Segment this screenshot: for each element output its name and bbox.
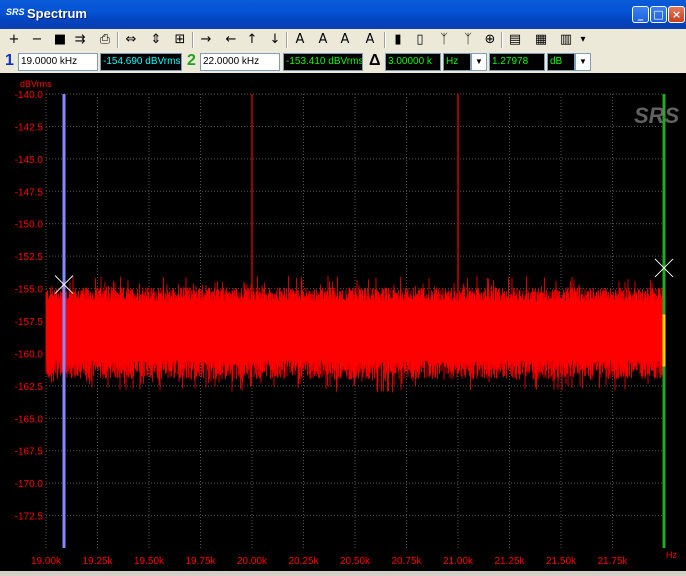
toolbar-separator <box>286 32 288 48</box>
cursor-peak2-icon[interactable]: A <box>360 30 380 50</box>
x-tick-label: 20.00k <box>237 556 268 567</box>
y-tick-label: -145.0 <box>15 155 44 166</box>
y-tick-label: -157.5 <box>15 317 44 328</box>
cursor2-level-field: -153.410 dBVrms <box>283 53 363 71</box>
properties-icon[interactable]: ▤ <box>505 30 525 50</box>
cursor1-level-field: -154.690 dBVrms <box>100 53 182 71</box>
toolbar-separator <box>192 32 194 48</box>
peak-marker-icon[interactable]: ᛉ <box>434 30 454 50</box>
delta-symbol: Δ <box>369 52 381 69</box>
y-tick-label: -142.5 <box>15 122 44 133</box>
delta-level-unit-dropdown-icon[interactable]: ▼ <box>575 53 591 71</box>
x-tick-label: 21.00k <box>443 556 474 567</box>
y-tick-label: -152.5 <box>15 252 44 263</box>
x-tick-label: 21.25k <box>494 556 525 567</box>
fit-horizontal-icon[interactable]: ⇔ <box>121 30 141 50</box>
maximize-button[interactable]: □ <box>650 6 667 23</box>
toolbar-separator <box>384 32 386 48</box>
calculator-icon[interactable]: ▥ <box>556 30 576 50</box>
cursor-b-icon[interactable]: A <box>313 30 333 50</box>
x-tick-label: 19.75k <box>185 556 216 567</box>
table-icon[interactable]: ▦ <box>531 30 551 50</box>
arrow-right-icon[interactable]: → <box>196 30 216 50</box>
zoom-out-icon[interactable]: − <box>27 30 47 50</box>
x-tick-label: 19.50k <box>134 556 165 567</box>
x-tick-label: 20.75k <box>391 556 422 567</box>
peak-marker2-icon[interactable]: ᛉ <box>458 30 478 50</box>
title-bar[interactable]: SRS Spectrum _ □ × <box>0 0 686 29</box>
y-tick-label: -140.0 <box>15 90 44 101</box>
y-tick-label: -155.0 <box>15 285 44 296</box>
fit-vertical-icon[interactable]: ⇕ <box>146 30 166 50</box>
cursor-a-icon[interactable]: A <box>290 30 310 50</box>
arrow-left-icon[interactable]: ← <box>221 30 241 50</box>
noise-floor-band <box>46 305 664 360</box>
save-icon[interactable]: ■ <box>50 30 70 50</box>
y-tick-label: -167.5 <box>15 447 44 458</box>
y-axis-title: dBVrms <box>20 79 52 89</box>
cursor2-number: 2 <box>187 52 196 69</box>
cursor1-number: 1 <box>5 52 14 69</box>
dropdown-icon[interactable]: ▾ <box>578 30 588 50</box>
cursor2-frequency-field[interactable]: 22.0000 kHz <box>200 53 280 71</box>
toolbar-separator <box>117 32 119 48</box>
spectrum-plot[interactable]: -140.0 -142.5 -145.0 -147.5 -150.0 -152.5 -155… <box>0 73 686 571</box>
delta-frequency-field: 3.00000 k <box>385 53 441 71</box>
y-tick-label: -172.5 <box>15 512 44 523</box>
x-tick-label: 20.25k <box>288 556 319 567</box>
delta-level-unit-select[interactable]: dB <box>547 53 575 71</box>
y-tick-label: -165.0 <box>15 414 44 425</box>
fit-all-icon[interactable]: ⊞ <box>170 30 190 50</box>
minimize-button[interactable]: _ <box>632 6 649 23</box>
y-tick-label: -150.0 <box>15 220 44 231</box>
x-axis-title: Hz <box>666 550 677 560</box>
arrow-down-icon[interactable]: ↓ <box>265 30 285 50</box>
srs-logo: SRS <box>634 103 680 128</box>
delta-level-field: 1.27978 <box>489 53 545 71</box>
bar-scale-icon[interactable]: ▯ <box>410 30 430 50</box>
delta-frequency-unit-dropdown-icon[interactable]: ▼ <box>471 53 487 71</box>
x-tick-label: 20.50k <box>340 556 371 567</box>
export-icon[interactable]: ⇉ <box>70 30 90 50</box>
x-tick-label: 21.75k <box>597 556 628 567</box>
cursor-peak-icon[interactable]: A <box>335 30 355 50</box>
y-tick-label: -147.5 <box>15 187 44 198</box>
app-logo-icon: SRS <box>6 7 25 17</box>
window-title: Spectrum <box>27 6 87 21</box>
cursor1-frequency-field[interactable]: 19.0000 kHz <box>18 53 98 71</box>
bar-color-icon[interactable]: ▮ <box>388 30 408 50</box>
spectrum-chart[interactable]: -140.0 -142.5 -145.0 -147.5 -150.0 -152.5 -155… <box>0 73 686 571</box>
arrow-up-icon[interactable]: ↑ <box>242 30 262 50</box>
toolbar-separator <box>501 32 503 48</box>
target-icon[interactable]: ⊕ <box>480 30 500 50</box>
cursor-readout-bar: 1 19.0000 kHz -154.690 dBVrms 2 22.0000 … <box>0 51 686 73</box>
close-button[interactable]: × <box>668 6 685 23</box>
delta-frequency-unit-select[interactable]: Hz <box>443 53 471 71</box>
y-tick-label: -170.0 <box>15 479 44 490</box>
y-tick-label: -162.5 <box>15 382 44 393</box>
zoom-in-icon[interactable]: + <box>4 30 24 50</box>
x-tick-label: 21.50k <box>546 556 577 567</box>
print-icon[interactable]: ⎙ <box>95 30 115 50</box>
x-tick-label: 19.00k <box>31 556 62 567</box>
y-tick-label: -160.0 <box>15 349 44 360</box>
x-tick-label: 19.25k <box>82 556 113 567</box>
spectrum-window: SRS Spectrum _ □ × + − ■ ⇉ ⎙ ⇔ ⇕ ⊞ → ← ↑ ↓ A A A A ▮ ▯ ᛉ ᛉ ⊕… <box>0 0 686 571</box>
toolbar: + − ■ ⇉ ⎙ ⇔ ⇕ ⊞ → ← ↑ ↓ A A A A ▮ ▯ ᛉ ᛉ ⊕ ▤ ▦ ▥ ▾ <box>0 29 686 51</box>
